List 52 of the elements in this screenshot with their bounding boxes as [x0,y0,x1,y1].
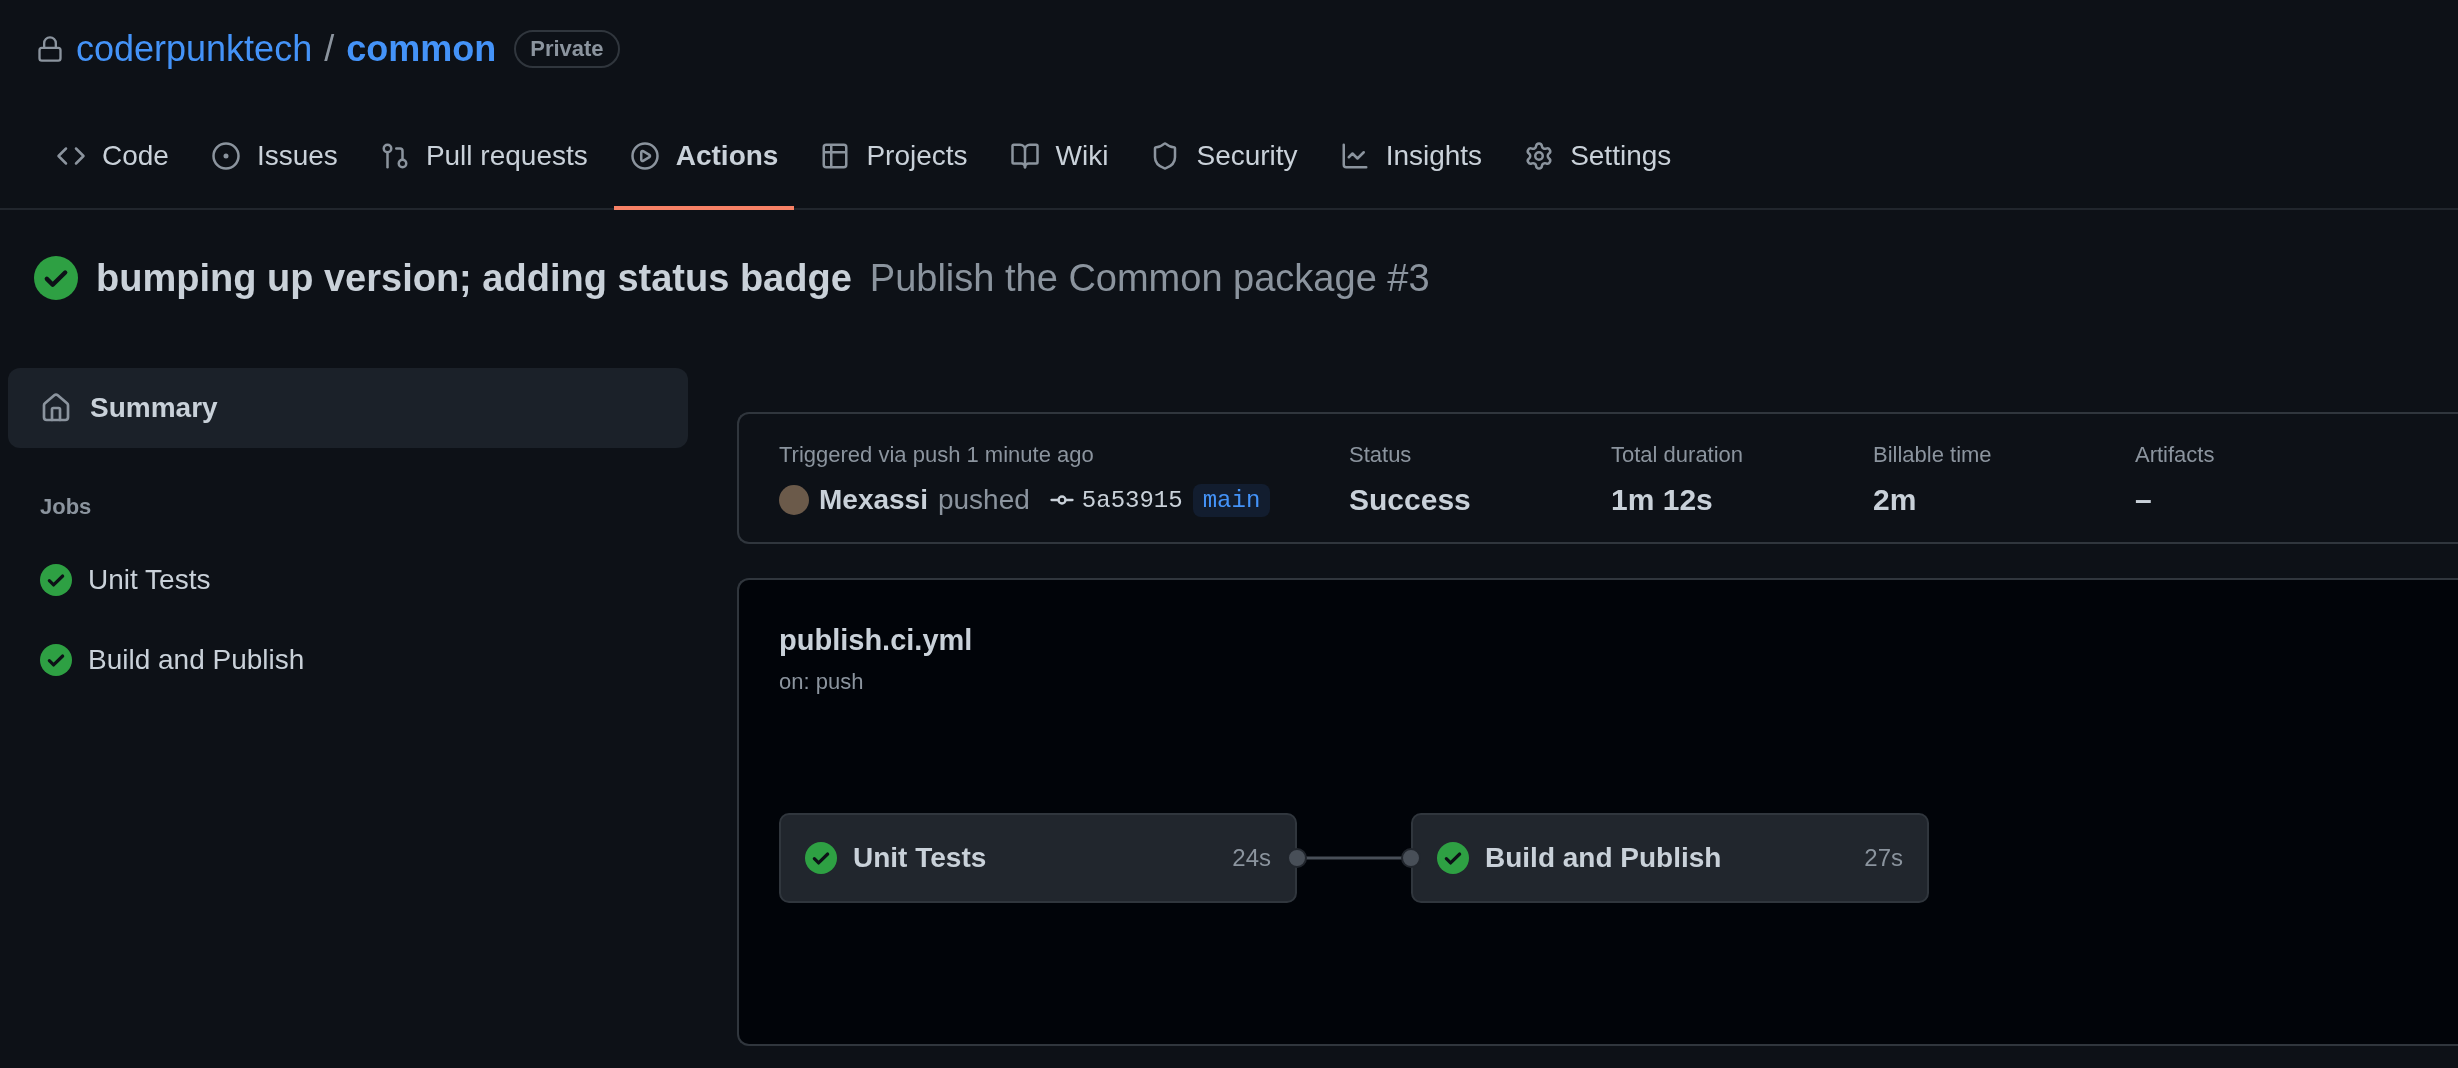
stat-label: Status [1349,442,1413,468]
workflow-trigger: on: push [779,669,865,695]
repo-tab[interactable]: Pull requests [363,116,604,210]
success-check-icon [805,842,837,874]
trigger-text: Triggered via push 1 minute ago [779,442,1095,468]
job-nav-item[interactable]: Build and Publish [8,620,688,700]
visibility-label: Private [514,30,620,68]
stat-label: Artifacts [2135,442,2216,468]
success-check-icon [1437,842,1469,874]
stat-value: 2m [1873,483,1917,517]
success-check-icon [40,564,72,596]
job-duration: 27s [1864,844,1903,872]
repo-tab[interactable]: Actions [613,116,795,210]
workflow-name: Publish the Common package #3 [869,256,1430,300]
actor-link[interactable]: Mexassi [819,484,928,516]
owner-link[interactable]: coderpunktech [76,28,313,70]
job-duration: 24s [1232,844,1271,872]
success-check-icon [34,256,78,300]
stat-label: Billable time [1873,442,1993,468]
repo-tab[interactable]: Security [1134,116,1314,210]
circle-dot-icon [210,141,241,171]
pull-request-icon [379,141,410,171]
repo-tab[interactable]: Insights [1323,116,1499,210]
repo-tab[interactable]: Wiki [993,116,1125,210]
table-icon [820,141,851,171]
repo-tab[interactable]: Code [40,116,185,210]
success-check-icon [40,644,72,676]
home-icon [40,392,72,424]
job-node[interactable]: Build and Publish 27s [1411,813,1929,903]
lock-icon [36,35,64,63]
book-icon [1009,141,1040,171]
workflow-file-name: publish.ci.yml [779,624,974,657]
stat-value: Success [1349,483,1471,517]
job-node[interactable]: Unit Tests 24s [779,813,1297,903]
jobs-heading: Jobs [39,493,93,521]
branch-label[interactable]: main [1192,483,1271,517]
path-separator: / [324,28,335,70]
repo-link[interactable]: common [346,28,497,70]
action-text: pushed [937,484,1030,516]
stat-value: – [2135,483,2152,517]
avatar-image [779,485,809,515]
commit-link[interactable]: 5a53915 [1047,486,1183,514]
play-icon [629,141,660,171]
job-nav-item[interactable]: Unit Tests [8,540,688,620]
repo-tab[interactable]: Issues [194,116,354,210]
stat-value: 1m 12s [1611,483,1713,517]
run-title: bumping up version; adding status badge [96,256,852,300]
repo-tab[interactable]: Settings [1508,116,1688,210]
stat-label: Total duration [1611,442,1745,468]
summary-nav-item[interactable]: Summary [8,368,688,448]
gear-icon [1524,141,1555,171]
repo-tab[interactable]: Projects [804,116,984,210]
